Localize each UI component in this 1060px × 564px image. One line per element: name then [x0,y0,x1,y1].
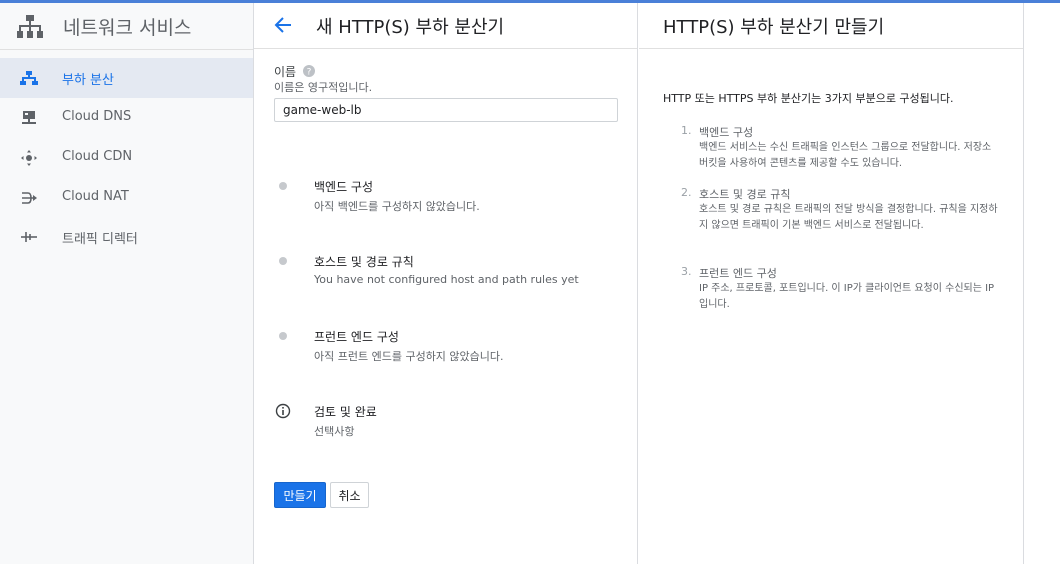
name-field-label: 이름 [274,65,297,79]
step-description: 선택사항 [314,425,355,438]
sidebar: 네트워크 서비스 부하 분산 Cloud DNS Cloud CDN Cloud… [0,3,254,564]
help-item-heading: 백엔드 구성 [699,126,754,139]
name-field-hint: 이름은 영구적입니다. [274,81,373,94]
sidebar-item-cloud-nat[interactable]: Cloud NAT [0,178,253,218]
help-panel-title: HTTP(S) 부하 분산기 만들기 [663,17,885,38]
step-title: 호스트 및 경로 규칙 [314,255,414,269]
step-description: 아직 백엔드를 구성하지 않았습니다. [314,200,480,213]
network-services-logo-icon [17,15,43,38]
page-title: 새 HTTP(S) 부하 분산기 [316,17,505,38]
traffic-director-icon [21,232,37,242]
sidebar-item-label: 부하 분산 [62,73,114,88]
nat-icon [22,192,37,204]
sidebar-item-traffic-director[interactable]: 트래픽 디렉터 [0,217,253,257]
sidebar-item-load-balancing[interactable]: 부하 분산 [0,58,253,98]
sidebar-title: 네트워크 서비스 [63,17,192,39]
back-arrow-icon[interactable] [272,14,294,36]
help-item-number: 2. [681,186,692,199]
help-item-number: 3. [681,265,692,278]
form-header: 새 HTTP(S) 부하 분산기 [254,3,637,49]
help-item-description: IP 주소, 프로토콜, 포트입니다. 이 IP가 클라이언트 요청이 수신되는… [699,283,995,310]
cdn-icon [21,150,37,166]
help-item-description: 호스트 및 경로 규칙은 트래픽의 전달 방식을 결정합니다. 규칙을 지정하지… [699,204,998,231]
sidebar-header: 네트워크 서비스 [0,3,253,50]
sidebar-item-label: Cloud NAT [62,189,129,204]
create-button[interactable]: 만들기 [274,482,326,508]
sidebar-item-label: 트래픽 디렉터 [62,232,138,247]
step-description: 아직 프런트 엔드를 구성하지 않았습니다. [314,350,504,363]
svg-text:?: ? [307,68,312,78]
help-item-heading: 호스트 및 경로 규칙 [699,188,791,201]
help-icon[interactable]: ? [303,65,315,77]
step-status-dot [279,182,287,190]
help-intro: HTTP 또는 HTTPS 부하 분산기는 3가지 부분으로 구성됩니다. [663,92,954,105]
help-item-number: 1. [681,124,692,137]
step-status-dot [279,332,287,340]
load-balancer-icon [20,71,38,85]
step-title: 프런트 엔드 구성 [314,330,399,344]
name-input[interactable] [274,98,618,122]
step-title: 백엔드 구성 [314,180,374,194]
help-panel: HTTP(S) 부하 분산기 만들기 HTTP 또는 HTTPS 부하 분산기는… [639,3,1024,564]
create-form-panel: 새 HTTP(S) 부하 분산기 이름 ? 이름은 영구적입니다. 백엔드 구성… [254,3,638,564]
sidebar-item-cloud-dns[interactable]: Cloud DNS [0,98,253,138]
sidebar-item-label: Cloud DNS [62,109,132,124]
sidebar-item-cloud-cdn[interactable]: Cloud CDN [0,138,253,178]
dns-icon [22,111,36,124]
step-status-dot [279,257,287,265]
help-item-description: 백엔드 서비스는 수신 트래픽을 인스턴스 그룹으로 전달합니다. 저장소 버킷… [699,142,992,169]
help-item-heading: 프런트 엔드 구성 [699,267,777,280]
step-title: 검토 및 완료 [314,405,377,419]
help-panel-header: HTTP(S) 부하 분산기 만들기 [639,3,1023,49]
cancel-button[interactable]: 취소 [330,482,369,508]
sidebar-item-label: Cloud CDN [62,149,133,164]
info-icon [275,403,291,419]
step-description: You have not configured host and path ru… [314,273,579,286]
